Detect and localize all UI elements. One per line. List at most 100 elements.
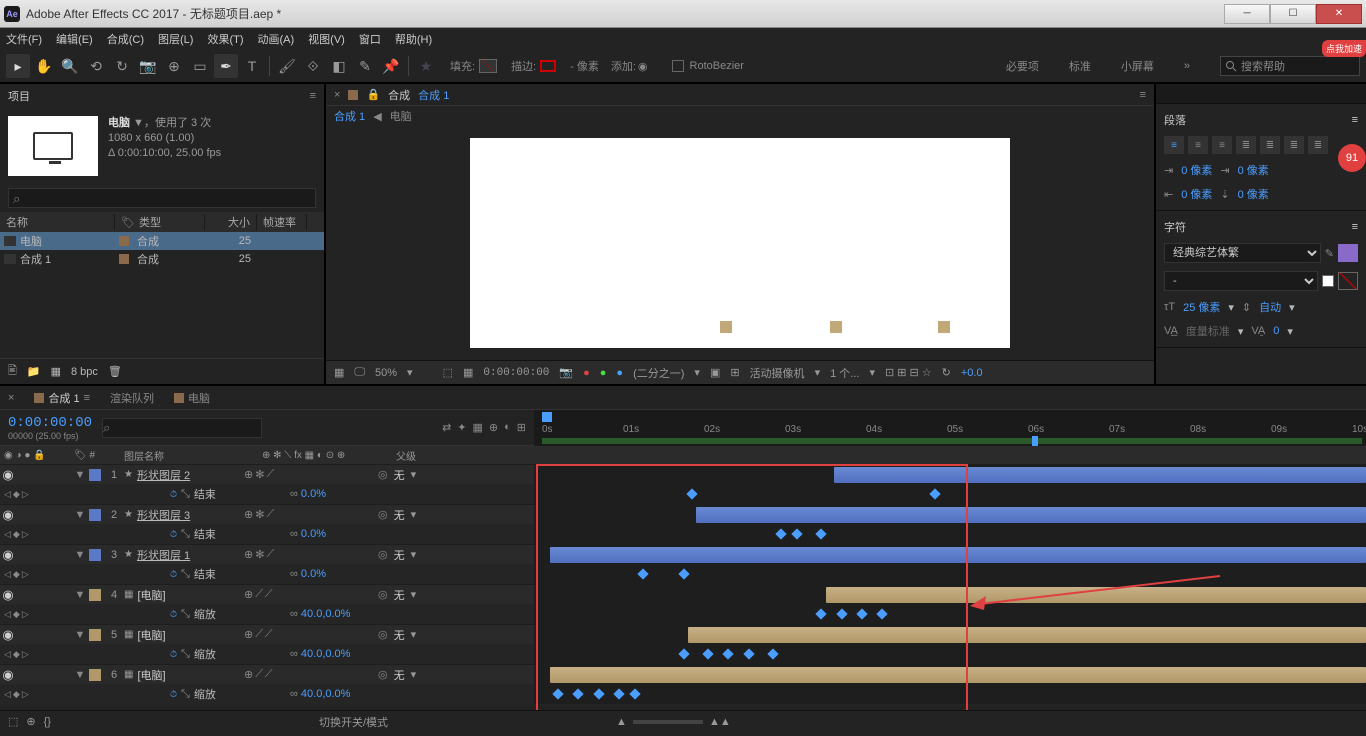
stopwatch-icon[interactable]: ⏱ xyxy=(170,529,177,540)
grid-icon[interactable]: ▦ xyxy=(334,366,344,379)
maximize-button[interactable]: ☐ xyxy=(1270,4,1316,24)
property-value[interactable]: 0.0% xyxy=(301,488,326,500)
expand-arrow-icon[interactable]: ▼ xyxy=(74,469,86,481)
graph-icon[interactable]: ⤡ xyxy=(181,648,190,661)
visibility-toggle[interactable]: ◉ xyxy=(2,629,14,641)
project-tab[interactable]: 项目 xyxy=(8,88,30,104)
keyframe-icon[interactable] xyxy=(593,688,604,699)
parent-dropdown[interactable]: 无 xyxy=(394,467,405,483)
parent-dropdown[interactable]: 无 xyxy=(394,667,405,683)
timeline-property-row[interactable]: ◁◆▷ ⏱⤡结束 ∞ 0.0% xyxy=(0,524,1366,544)
interpret-icon[interactable]: 🖹 xyxy=(8,362,17,381)
next-kf-icon[interactable]: ▷ xyxy=(22,609,29,620)
pickwhip-icon[interactable]: ◎ xyxy=(378,588,388,601)
col-type[interactable]: 🏷类型 xyxy=(115,214,205,230)
keyframe-icon[interactable] xyxy=(552,688,563,699)
tl-btn-icon[interactable]: ⊕ xyxy=(489,421,498,434)
comp-thumbnail[interactable] xyxy=(8,116,98,176)
project-panel-menu-icon[interactable]: ≡ xyxy=(310,90,316,102)
fill-swatch[interactable] xyxy=(479,59,497,73)
roto-tool-icon[interactable]: ✎ xyxy=(353,54,377,78)
comp-close-icon[interactable]: × xyxy=(334,89,340,101)
prev-kf-icon[interactable]: ◁ xyxy=(4,529,11,540)
layer-name[interactable]: 形状图层 3 xyxy=(137,507,190,523)
property-value[interactable]: 40.0,0.0% xyxy=(301,648,351,660)
add-kf-icon[interactable]: ◆ xyxy=(13,529,20,540)
view-icons[interactable]: ⊡ ⊞ ⊟ ☆ xyxy=(885,366,932,379)
toggle-switches-label[interactable]: 切换开关/模式 xyxy=(319,714,388,730)
stopwatch-icon[interactable]: ⏱ xyxy=(170,489,177,500)
prev-kf-icon[interactable]: ◁ xyxy=(4,649,11,660)
workspace-standard[interactable]: 标准 xyxy=(1069,58,1091,74)
keyframe-icon[interactable] xyxy=(791,528,802,539)
timeline-tab-render[interactable]: 渲染队列 xyxy=(110,390,154,406)
keyframe-icon[interactable] xyxy=(686,488,697,499)
next-kf-icon[interactable]: ▷ xyxy=(22,689,29,700)
playhead-icon[interactable] xyxy=(542,412,552,422)
next-kf-icon[interactable]: ▷ xyxy=(22,489,29,500)
layer-label-color[interactable] xyxy=(89,669,101,681)
timecode-display[interactable]: 0:00:00:00 xyxy=(483,367,549,379)
breadcrumb-child[interactable]: 电脑 xyxy=(390,108,412,124)
next-kf-icon[interactable]: ▷ xyxy=(22,569,29,580)
timeline-tab[interactable]: 合成 1≡ xyxy=(34,390,90,406)
graph-icon[interactable]: ⤡ xyxy=(181,608,190,621)
character-menu-icon[interactable]: ≡ xyxy=(1352,221,1358,233)
timeline-zoom-slider[interactable]: ▲▲▲ xyxy=(616,716,731,728)
tl-btn-icon[interactable]: ◐ xyxy=(504,421,511,434)
menu-effect[interactable]: 效果(T) xyxy=(207,31,243,47)
current-time[interactable]: 0:00:00:00 xyxy=(8,415,92,431)
link-icon[interactable]: ∞ xyxy=(290,488,298,500)
tl-btn-icon[interactable]: ▦ xyxy=(473,421,483,434)
timeline-search-input[interactable] xyxy=(102,418,262,438)
menu-edit[interactable]: 编辑(E) xyxy=(56,31,93,47)
property-value[interactable]: 40.0,0.0% xyxy=(301,688,351,700)
link-icon[interactable]: ∞ xyxy=(290,648,298,660)
align-left-icon[interactable]: ≡ xyxy=(1164,136,1184,154)
hand-tool-icon[interactable]: ✋ xyxy=(32,54,56,78)
layer-label-color[interactable] xyxy=(89,469,101,481)
link-icon[interactable]: ∞ xyxy=(290,688,298,700)
accelerate-badge[interactable]: 点我加速 xyxy=(1322,40,1366,57)
tl-footer-icon[interactable]: ⊕ xyxy=(26,715,35,728)
expand-arrow-icon[interactable]: ▼ xyxy=(74,549,86,561)
keyframe-icon[interactable] xyxy=(929,488,940,499)
close-button[interactable]: ✕ xyxy=(1316,4,1362,24)
new-folder-icon[interactable]: 📁 xyxy=(27,365,41,378)
resolution-dropdown[interactable]: (二分之一) xyxy=(633,365,684,381)
tl-close-icon[interactable]: × xyxy=(8,392,14,404)
pickwhip-icon[interactable]: ◎ xyxy=(378,468,388,481)
text-fill-color[interactable] xyxy=(1338,244,1358,262)
paragraph-menu-icon[interactable]: ≡ xyxy=(1352,114,1358,126)
tl-btn-icon[interactable]: ⇄ xyxy=(442,421,451,434)
project-search-input[interactable] xyxy=(8,188,316,208)
monitor-icon[interactable]: 🖵 xyxy=(354,366,365,379)
font-family-dropdown[interactable]: 经典综艺体繁 xyxy=(1164,243,1321,263)
layer-name[interactable]: 形状图层 2 xyxy=(137,467,190,483)
stroke-swatch[interactable] xyxy=(540,60,556,72)
justify-left-icon[interactable]: ≣ xyxy=(1236,136,1256,154)
justify-center-icon[interactable]: ≣ xyxy=(1260,136,1280,154)
zoom-tool-icon[interactable]: 🔍 xyxy=(58,54,82,78)
character-panel-title[interactable]: 字符 xyxy=(1164,219,1186,235)
expand-arrow-icon[interactable]: ▼ xyxy=(74,509,86,521)
eyedropper-icon[interactable]: ✎ xyxy=(1325,247,1334,260)
layer-bar[interactable] xyxy=(696,507,1366,523)
prev-kf-icon[interactable]: ◁ xyxy=(4,489,11,500)
layer-label-color[interactable] xyxy=(89,509,101,521)
text-stroke-color[interactable] xyxy=(1322,275,1334,287)
graph-icon[interactable]: ⤡ xyxy=(181,488,190,501)
timeline-body[interactable]: ◉ ▼ 1 ★形状图层 2 ⊕✻⟋ ◎无▾ ◁◆▷ ⏱⤡结束 ∞ 0.0% ◉ … xyxy=(0,464,1366,710)
keyframe-icon[interactable] xyxy=(816,608,827,619)
pickwhip-icon[interactable]: ◎ xyxy=(378,668,388,681)
rotobezier-checkbox[interactable] xyxy=(672,60,684,72)
workspace-more-icon[interactable]: » xyxy=(1184,60,1190,72)
keyframe-icon[interactable] xyxy=(573,688,584,699)
parent-dropdown[interactable]: 无 xyxy=(394,627,405,643)
zoom-value[interactable]: 50% xyxy=(375,367,397,379)
project-row[interactable]: 电脑合成25 xyxy=(0,232,324,250)
justify-all-icon[interactable]: ≣ xyxy=(1308,136,1328,154)
link-icon[interactable]: ∞ xyxy=(290,608,298,620)
keyframe-icon[interactable] xyxy=(613,688,624,699)
new-comp-icon[interactable]: ▦ xyxy=(51,365,61,378)
